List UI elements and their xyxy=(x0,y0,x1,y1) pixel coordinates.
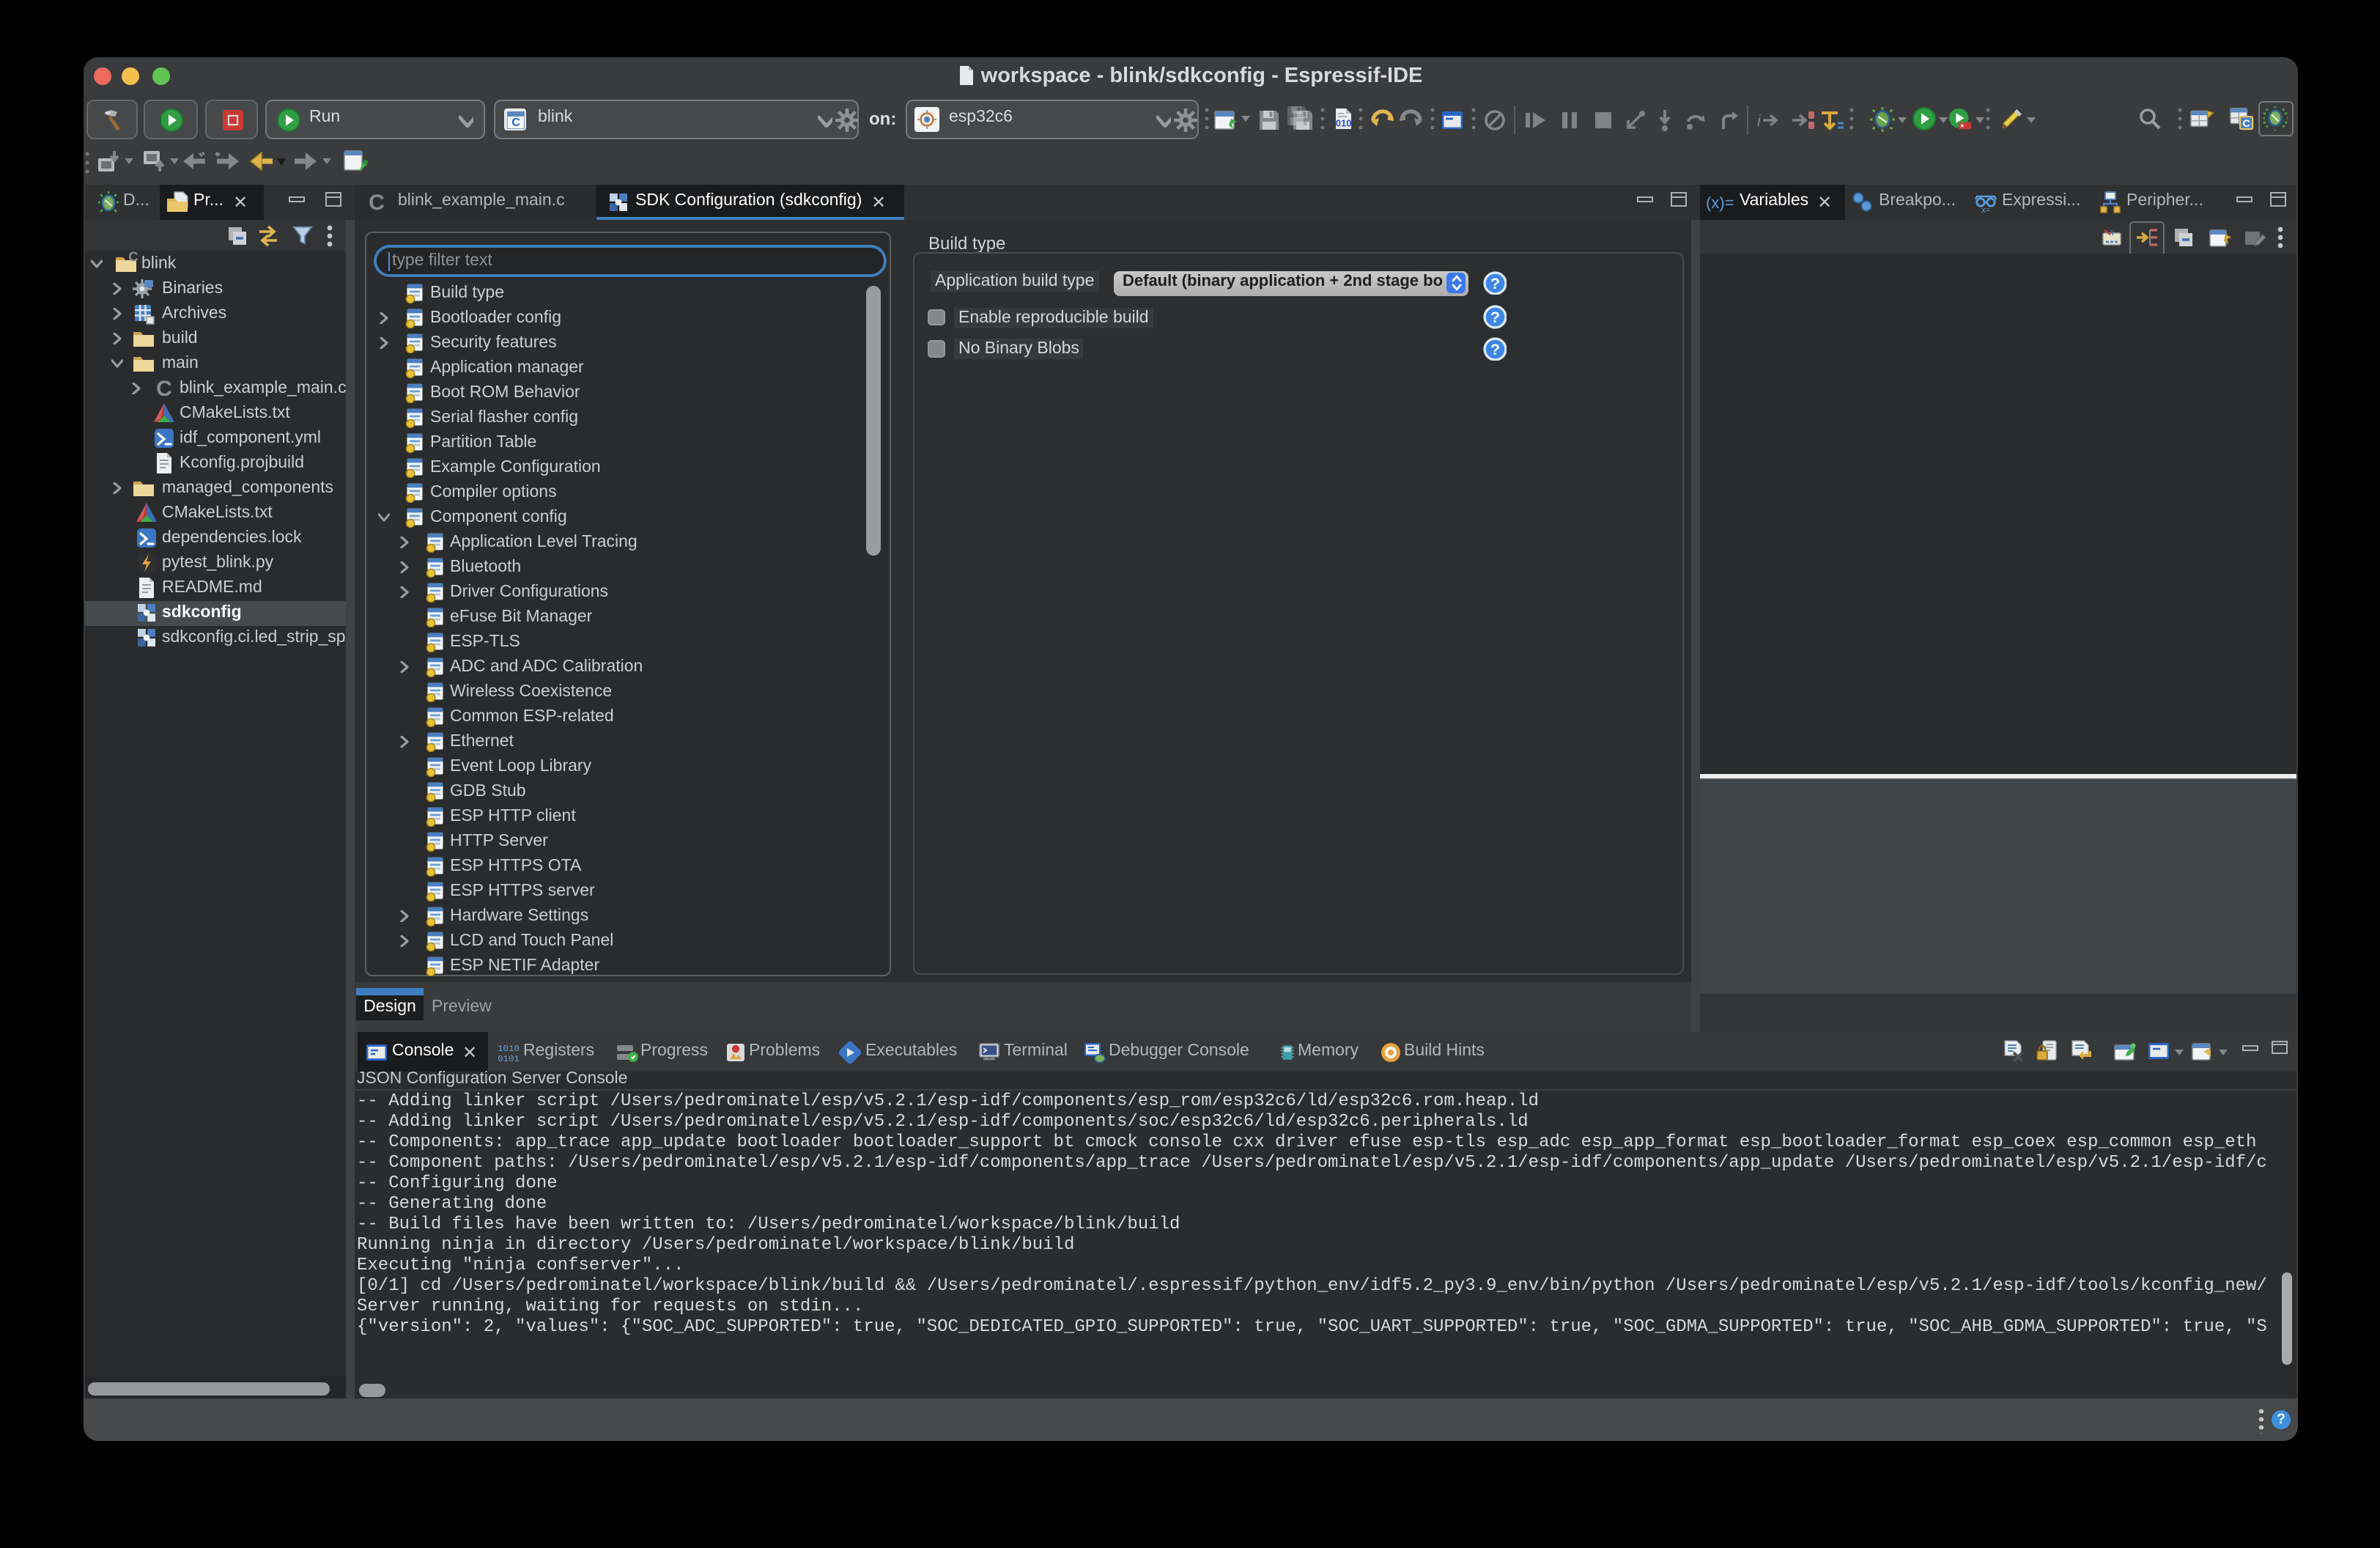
svg-text:C: C xyxy=(511,116,520,128)
